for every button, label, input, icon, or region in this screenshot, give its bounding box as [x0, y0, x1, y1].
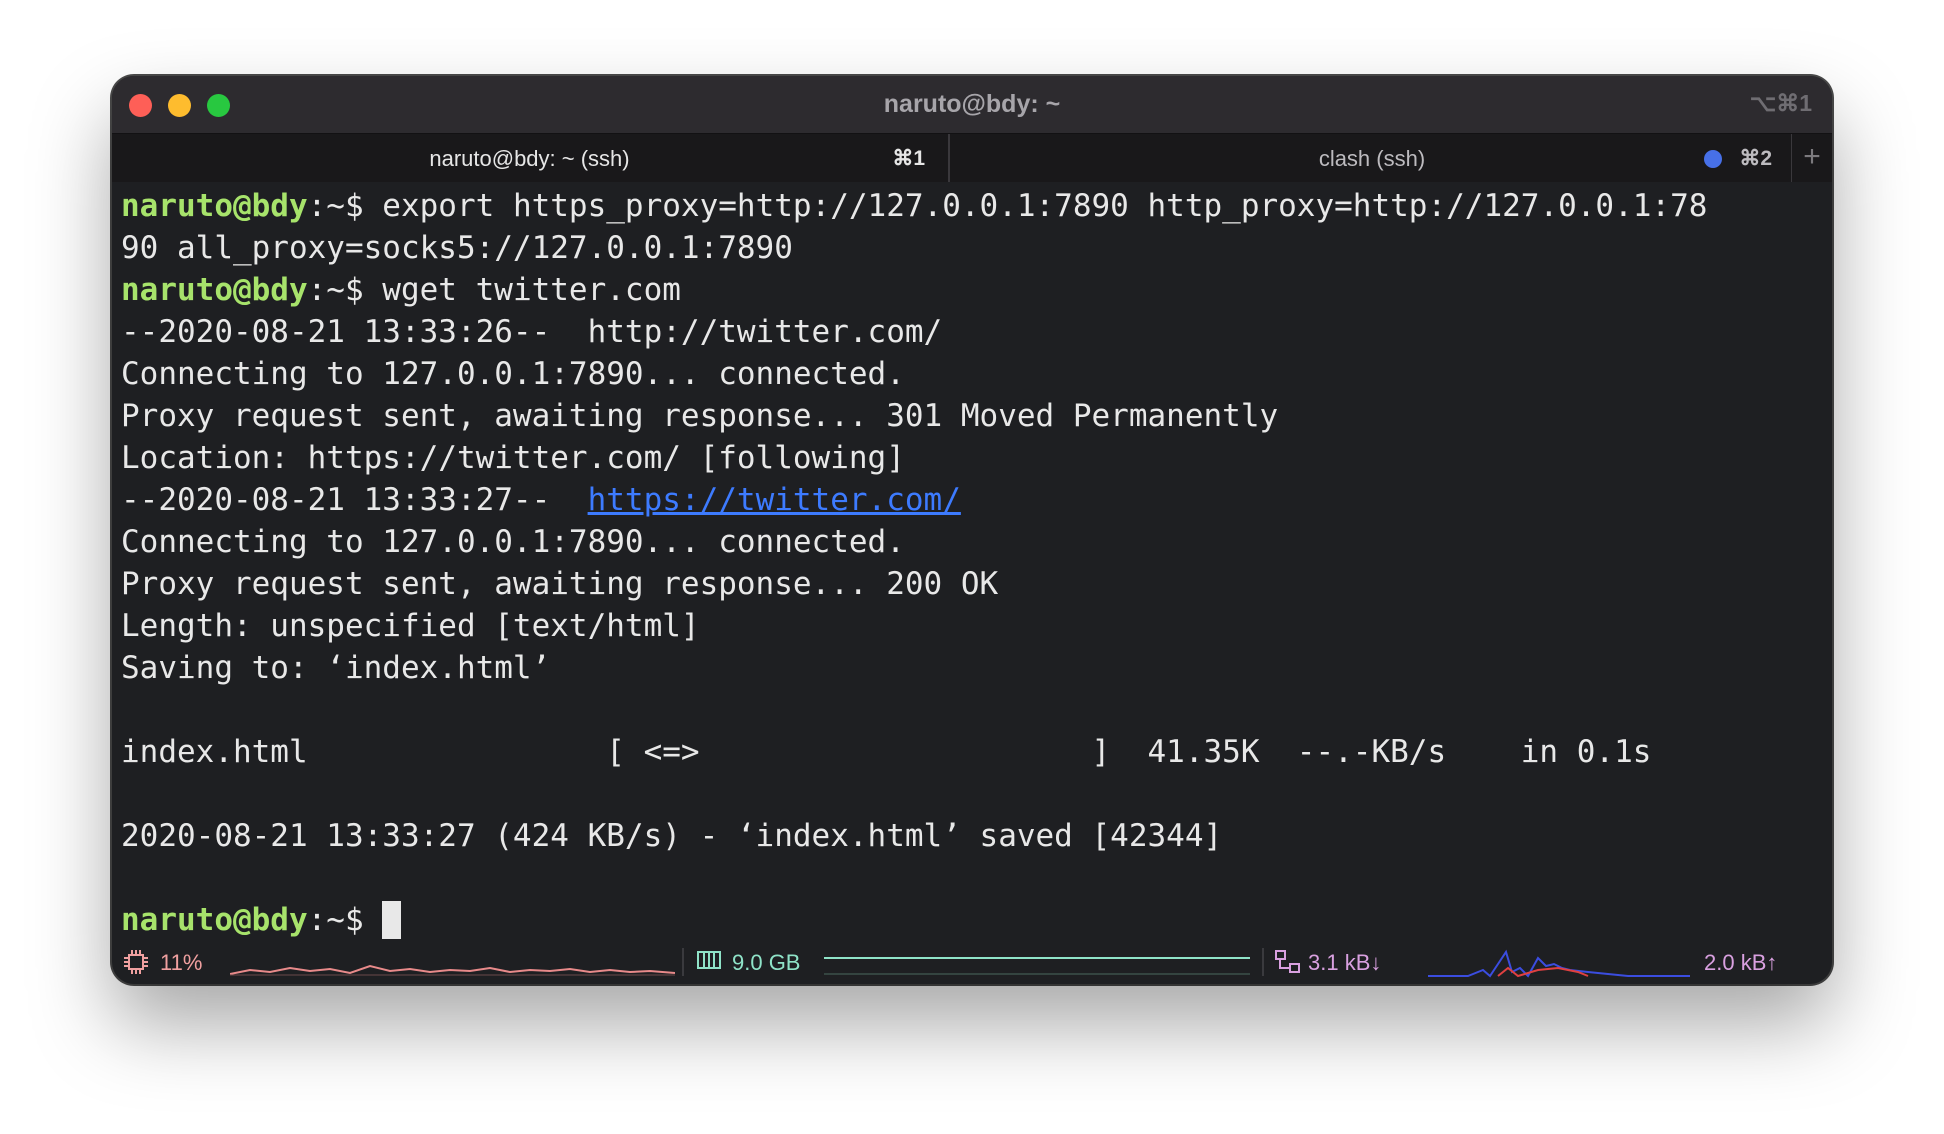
- tab-label: clash (ssh): [1318, 146, 1426, 171]
- output-text: --2020-08-21 13:33:26-- http://twitter.c…: [121, 314, 943, 350]
- title-bar[interactable]: naruto@bdy: ~ ⌥⌘1: [112, 76, 1832, 133]
- terminal-line: Proxy request sent, awaiting response...…: [121, 563, 1826, 605]
- terminal-line: Length: unspecified [text/html]: [121, 605, 1826, 647]
- output-text: Connecting to 127.0.0.1:7890... connecte…: [121, 524, 905, 560]
- prompt-user: naruto@bdy: [121, 272, 308, 308]
- prompt-path: :~$: [307, 188, 383, 224]
- terminal-line: Proxy request sent, awaiting response...…: [121, 395, 1826, 437]
- plus-icon: +: [1803, 140, 1821, 173]
- terminal-line: 2020-08-21 13:33:27 (424 KB/s) - ‘index.…: [121, 815, 1826, 857]
- terminal-output[interactable]: naruto@bdy:~$ export https_proxy=http://…: [121, 185, 1826, 941]
- network-down: 3.1 kB↓: [1308, 950, 1382, 975]
- terminal-line: Location: https://twitter.com/ [followin…: [121, 437, 1826, 479]
- prompt-user: naruto@bdy: [121, 188, 308, 224]
- terminal-line: naruto@bdy:~$: [121, 899, 1826, 941]
- command-text: wget twitter.com: [382, 272, 681, 308]
- output-text: index.html [ <=> ] 41.35K --.-KB/s in 0.…: [121, 734, 1652, 770]
- terminal-line: naruto@bdy:~$ export https_proxy=http://…: [121, 185, 1826, 227]
- window-title: naruto@bdy: ~: [883, 90, 1061, 118]
- memory-graph: [824, 957, 1250, 975]
- cpu-usage: 11%: [160, 950, 203, 975]
- terminal-line: Saving to: ‘index.html’: [121, 647, 1826, 689]
- output-text: Proxy request sent, awaiting response...…: [121, 566, 999, 602]
- new-tab-button[interactable]: +: [1791, 134, 1832, 182]
- output-text: Proxy request sent, awaiting response...…: [121, 398, 1279, 434]
- terminal-window: naruto@bdy: ~ ⌥⌘1 naruto@bdy: ~ (ssh) ⌘1…: [112, 76, 1832, 984]
- divider: [1262, 948, 1264, 976]
- output-text: 2020-08-21 13:33:27 (424 KB/s) - ‘index.…: [121, 818, 1223, 854]
- output-text: --2020-08-21 13:33:27--: [121, 482, 588, 518]
- text-cursor: [382, 901, 402, 939]
- command-text: export https_proxy=http://127.0.0.1:7890…: [382, 188, 1708, 224]
- activity-indicator-icon: [1704, 150, 1722, 168]
- tab-bar: naruto@bdy: ~ (ssh) ⌘1 clash (ssh) ⌘2 +: [112, 133, 1832, 182]
- network-icon: [1275, 950, 1300, 973]
- prompt-user: naruto@bdy: [121, 902, 308, 938]
- terminal-line: --2020-08-21 13:33:26-- http://twitter.c…: [121, 311, 1826, 353]
- output-text: Connecting to 127.0.0.1:7890... connecte…: [121, 356, 905, 392]
- url-link[interactable]: https://twitter.com/: [588, 482, 961, 518]
- output-text: Length: unspecified [text/html]: [121, 608, 700, 644]
- cpu-graph: [230, 964, 675, 976]
- status-bar: 11% 9.0 GB 3.1 kB↓ 2.0 kB↑: [112, 940, 1832, 984]
- tab-label: naruto@bdy: ~ (ssh): [429, 146, 630, 171]
- output-text: Saving to: ‘index.html’: [121, 650, 551, 686]
- cpu-icon: [124, 950, 148, 974]
- window-shortcut: ⌥⌘1: [1749, 90, 1812, 116]
- terminal-line: Connecting to 127.0.0.1:7890... connecte…: [121, 521, 1826, 563]
- memory-icon: [697, 951, 721, 969]
- terminal-line: --2020-08-21 13:33:27-- https://twitter.…: [121, 479, 1826, 521]
- terminal-line: index.html [ <=> ] 41.35K --.-KB/s in 0.…: [121, 731, 1826, 773]
- network-graph: [1428, 949, 1690, 978]
- terminal-line: 90 all_proxy=socks5://127.0.0.1:7890: [121, 227, 1826, 269]
- prompt-path: :~$: [307, 272, 383, 308]
- output-text: 90 all_proxy=socks5://127.0.0.1:7890: [121, 230, 793, 266]
- terminal-line: naruto@bdy:~$ wget twitter.com: [121, 269, 1826, 311]
- divider: [682, 948, 684, 976]
- prompt-path: :~$: [307, 902, 383, 938]
- tab-shortcut: ⌘2: [1739, 147, 1772, 170]
- output-text: Location: https://twitter.com/ [followin…: [121, 440, 905, 476]
- tab-naruto-ssh[interactable]: naruto@bdy: ~ (ssh) ⌘1: [112, 134, 947, 182]
- tab-shortcut: ⌘1: [892, 147, 925, 170]
- terminal-line: Connecting to 127.0.0.1:7890... connecte…: [121, 353, 1826, 395]
- tab-clash-ssh[interactable]: clash (ssh) ⌘2: [948, 134, 1794, 182]
- network-up: 2.0 kB↑: [1704, 950, 1778, 975]
- memory-usage: 9.0 GB: [732, 950, 801, 975]
